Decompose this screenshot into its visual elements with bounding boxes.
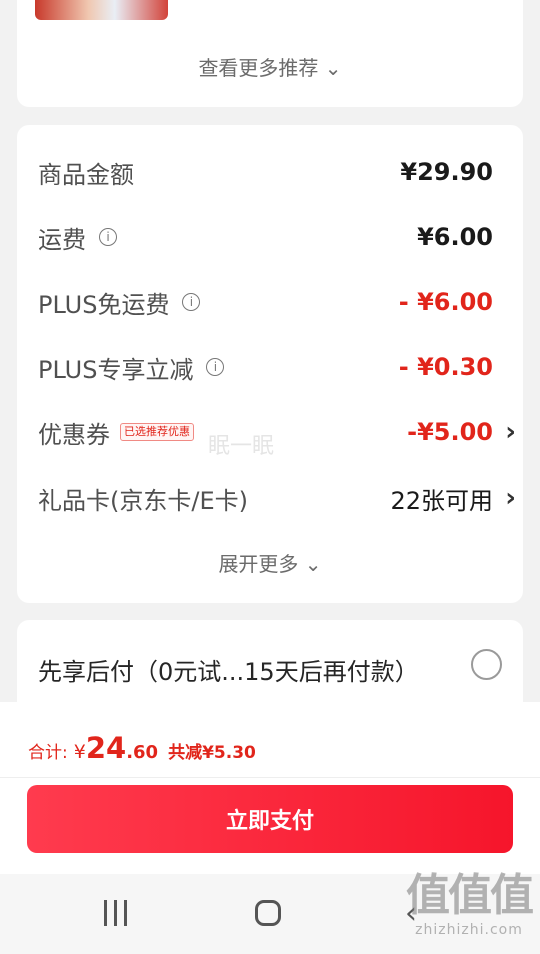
coupon-label: 优惠券: [38, 420, 110, 449]
pay-now-button[interactable]: 立即支付: [27, 785, 513, 853]
site-watermark-domain: zhizhizhi.com: [415, 922, 523, 938]
expand-more-label: 展开更多: [218, 552, 299, 576]
total-currency: ¥: [73, 741, 86, 763]
gift-card-value: 22张可用: [390, 486, 493, 515]
product-thumbnail[interactable]: [35, 0, 168, 20]
plus-discount-label: PLUS专享立减: [38, 355, 194, 384]
info-icon[interactable]: i: [206, 358, 225, 376]
expand-more-link[interactable]: 展开更多 ⌄: [17, 548, 523, 577]
radio-icon[interactable]: [471, 649, 502, 680]
total-label: 合计:: [28, 743, 68, 763]
summary-row-plus-discount: PLUS专享立减 i - ¥0.30: [38, 347, 493, 387]
site-watermark-logo: 值值值: [406, 870, 534, 921]
gift-card-label: 礼品卡(京东卡/E卡): [38, 486, 248, 515]
site-watermark: 值值值 zhizhizhi.com: [406, 870, 534, 938]
chevron-down-icon: ⌄: [304, 552, 322, 576]
chevron-right-icon[interactable]: ›: [505, 478, 516, 518]
plus-discount-value: - ¥0.30: [398, 353, 493, 381]
summary-row-goods-amount: 商品金额 ¥29.90: [38, 152, 493, 192]
info-icon[interactable]: i: [182, 293, 201, 311]
coupon-badge: 已选推荐优惠: [120, 423, 194, 441]
pay-later-label: 先享后付（0元试...15天后再付款）: [38, 658, 419, 686]
total-decimal: .60: [126, 742, 159, 763]
home-icon[interactable]: [255, 900, 281, 926]
plus-free-shipping-value: - ¥6.00: [398, 288, 493, 316]
divider: [0, 777, 540, 778]
goods-amount-label: 商品金额: [38, 160, 134, 189]
info-icon[interactable]: i: [99, 228, 117, 246]
goods-amount-value: ¥29.90: [400, 158, 493, 186]
coupon-value: -¥5.00: [407, 418, 493, 446]
chevron-down-icon: ⌄: [324, 56, 342, 80]
summary-row-plus-free-shipping: PLUS免运费 i - ¥6.00: [38, 282, 493, 322]
summary-row-gift-card[interactable]: 礼品卡(京东卡/E卡) 22张可用: [38, 478, 493, 518]
total-integer: 24: [85, 731, 127, 765]
recent-apps-icon[interactable]: [104, 900, 127, 926]
summary-row-shipping: 运费 i ¥6.00: [38, 217, 493, 257]
plus-free-shipping-label: PLUS免运费: [38, 290, 170, 319]
more-recommendations-label: 查看更多推荐: [198, 56, 319, 80]
chevron-right-icon[interactable]: ›: [505, 412, 516, 452]
shipping-label: 运费: [38, 225, 86, 254]
checkout-bar: 合计: ¥ 24 .60 共减¥5.30 立即支付: [0, 702, 540, 874]
user-watermark: 眠一眠: [208, 434, 275, 459]
total-savings: 共减¥5.30: [168, 743, 256, 763]
order-total: 合计: ¥ 24 .60 共减¥5.30: [28, 731, 256, 765]
more-recommendations-link[interactable]: 查看更多推荐 ⌄: [17, 52, 523, 81]
shipping-value: ¥6.00: [417, 223, 493, 251]
